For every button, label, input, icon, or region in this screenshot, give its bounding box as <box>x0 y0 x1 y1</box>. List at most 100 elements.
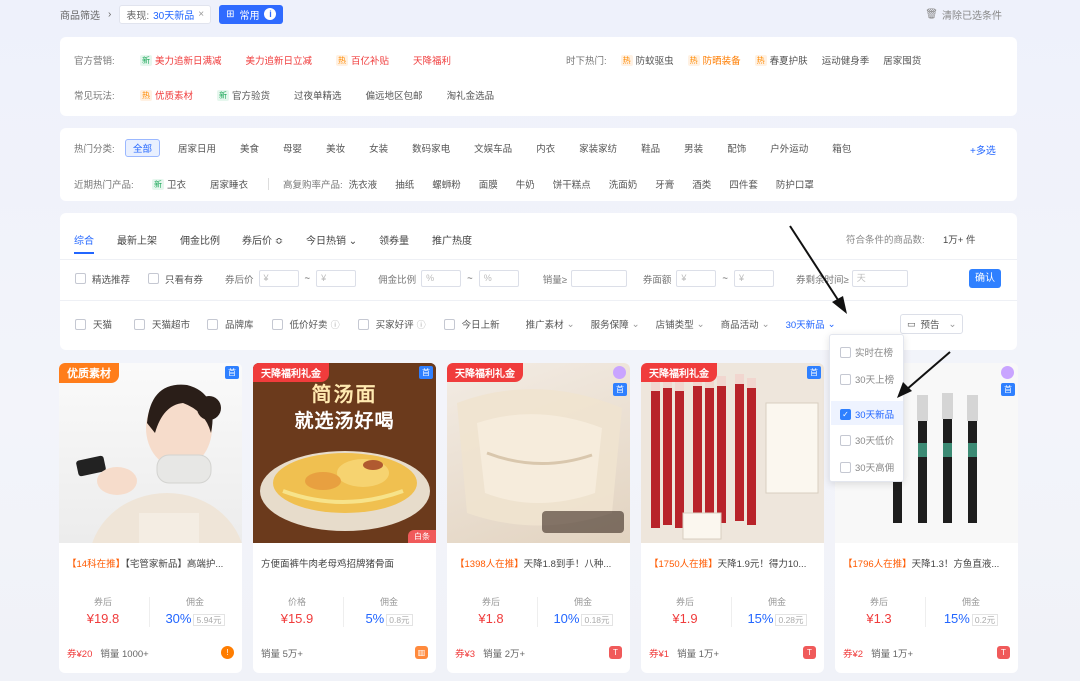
tab-composite[interactable]: 综合 <box>74 232 94 247</box>
gameplay-item[interactable]: 淘礼金选品 <box>447 88 495 102</box>
marketing-item[interactable]: 新美力追新日满减 <box>140 53 222 67</box>
good-review-checkbox[interactable] <box>357 318 369 330</box>
tab-newest[interactable]: 最新上架 <box>117 232 157 247</box>
product-card[interactable]: 优质素材 首 【14科在推】【宅管家新品】高端护... 券后 佣金 ¥19.8 … <box>59 363 242 673</box>
coupon-time-input[interactable]: 天 <box>851 270 908 287</box>
confirm-button[interactable]: 确认 <box>969 269 1001 288</box>
option-checkbox[interactable] <box>840 346 851 358</box>
high-item[interactable]: 牛奶 <box>516 177 535 191</box>
category-item[interactable]: 鞋品 <box>641 141 660 155</box>
featured-checkbox[interactable] <box>75 273 86 284</box>
multi-select-button[interactable]: +多选 <box>970 142 996 157</box>
hot-item[interactable]: 热防蚊驱虫 <box>620 53 674 67</box>
dropdown-option-30d-highcomm[interactable]: 30天高佣 <box>840 460 894 474</box>
category-item[interactable]: 美食 <box>240 141 259 155</box>
performance-dropdown[interactable]: 30天新品 <box>786 317 825 331</box>
breadcrumb-root[interactable]: 商品筛选 <box>60 7 100 22</box>
tab-coupon-count[interactable]: 领券量 <box>379 232 409 247</box>
category-item[interactable]: 内衣 <box>536 141 555 155</box>
hot-item[interactable]: 居家囤货 <box>883 53 921 67</box>
commission-max-input[interactable]: % <box>478 270 519 287</box>
high-item[interactable]: 牙膏 <box>655 177 674 191</box>
today-new-checkbox[interactable] <box>443 318 455 330</box>
option-checkbox[interactable] <box>840 434 851 446</box>
recent-item[interactable]: 新卫衣 <box>152 177 186 191</box>
service-dropdown[interactable]: 服务保障 <box>591 317 629 331</box>
high-item[interactable]: 螺蛳粉 <box>432 177 461 191</box>
promo-material-dropdown[interactable]: 推广素材 <box>526 317 564 331</box>
category-item[interactable]: 配饰 <box>727 141 746 155</box>
dropdown-option-30d-new[interactable]: ✓ 30天新品 <box>840 407 894 421</box>
clear-filters-button[interactable]: 🗑 清除已选条件 <box>925 7 1002 22</box>
high-item[interactable]: 防护口罩 <box>776 177 814 191</box>
product-title[interactable]: 【1750人在推】天降1.9元！得力10... <box>649 556 819 570</box>
category-item[interactable]: 美妆 <box>326 141 345 155</box>
category-item[interactable]: 文娱车品 <box>474 141 512 155</box>
brand-checkbox[interactable] <box>207 318 219 330</box>
tab-commission[interactable]: 佣金比例 <box>180 232 220 247</box>
category-item[interactable]: 户外运动 <box>770 141 808 155</box>
common-button[interactable]: ⊞ 常用 i <box>219 4 284 24</box>
product-image[interactable]: 天降福利礼金 首 <box>447 363 630 543</box>
product-image[interactable]: 优质素材 首 <box>59 363 242 543</box>
tab-promo-heat[interactable]: 推广热度 <box>432 232 472 247</box>
activity-dropdown[interactable]: 商品活动 <box>721 317 759 331</box>
product-title[interactable]: 方便面裤牛肉老母鸡招牌猪骨面 <box>261 556 431 570</box>
tab-after-coupon-price[interactable]: 券后价 ≎ <box>242 232 283 247</box>
gameplay-item[interactable]: 过夜单精选 <box>294 88 342 102</box>
marketing-item[interactable]: 热百亿补贴 <box>336 53 389 67</box>
price-min-input[interactable]: ¥ <box>258 270 299 287</box>
product-title[interactable]: 【1398人在推】天降1.8到手！八种... <box>455 556 625 570</box>
hot-item[interactable]: 热防晒装备 <box>687 53 741 67</box>
gameplay-item[interactable]: 热优质素材 <box>140 88 193 102</box>
preview-dropdown[interactable]: ▭ 预告 ⌄ <box>900 314 963 334</box>
sales-input[interactable] <box>570 270 627 287</box>
commission-min-input[interactable]: % <box>421 270 462 287</box>
category-item-all[interactable]: 全部 <box>125 139 161 157</box>
product-title[interactable]: 【14科在推】【宅管家新品】高端护... <box>67 556 237 570</box>
shop-type-dropdown[interactable]: 店铺类型 <box>656 317 694 331</box>
option-checkbox[interactable] <box>840 373 851 385</box>
tmall-supermarket-checkbox[interactable] <box>134 318 146 330</box>
coupon-max-input[interactable]: ¥ <box>733 270 774 287</box>
category-item[interactable]: 母婴 <box>283 141 302 155</box>
coupon-min-input[interactable]: ¥ <box>676 270 717 287</box>
product-card[interactable]: 天降福利礼金 首 【1750人在推】天降1.9元！得力10... 券后 佣金 ¥… <box>641 363 824 673</box>
category-item[interactable]: 数码家电 <box>412 141 450 155</box>
category-item[interactable]: 家装家纺 <box>579 141 617 155</box>
category-item[interactable]: 女装 <box>369 141 388 155</box>
high-item[interactable]: 抽纸 <box>395 177 414 191</box>
product-card[interactable]: 天降福利礼金 首 【1398人在推】天降1.8到手！八种... 券后 佣金 ¥1… <box>447 363 630 673</box>
high-item[interactable]: 洗衣液 <box>349 177 378 191</box>
low-price-checkbox[interactable] <box>271 318 283 330</box>
coupon-only-checkbox[interactable] <box>148 273 160 284</box>
price-max-input[interactable]: ¥ <box>316 270 357 287</box>
high-item[interactable]: 饼干糕点 <box>553 177 591 191</box>
product-title[interactable]: 【1796人在推】天降1.3！方鱼直液... <box>843 556 1013 570</box>
product-image[interactable]: 简汤面 就选汤好喝 天降福利礼金 首 白条 <box>253 363 436 543</box>
category-item[interactable]: 箱包 <box>832 141 851 155</box>
category-item[interactable]: 居家日用 <box>178 141 216 155</box>
gameplay-item[interactable]: 新官方验货 <box>217 88 270 102</box>
high-item[interactable]: 四件套 <box>729 177 758 191</box>
close-icon[interactable]: × <box>198 9 204 20</box>
marketing-item[interactable]: 美力追新日立减 <box>246 53 313 67</box>
dropdown-option-realtime[interactable]: 实时在榜 <box>840 345 893 359</box>
high-item[interactable]: 面膜 <box>479 177 498 191</box>
recent-item[interactable]: 居家睡衣 <box>210 177 248 191</box>
dropdown-option-30d-listed[interactable]: 30天上榜 <box>840 372 894 386</box>
category-item[interactable]: 男装 <box>684 141 703 155</box>
high-item[interactable]: 酒类 <box>692 177 711 191</box>
hot-item[interactable]: 热春夏护肤 <box>754 53 808 67</box>
hot-item[interactable]: 运动健身季 <box>822 53 870 67</box>
option-checkbox[interactable] <box>840 461 851 473</box>
dropdown-option-30d-lowprice[interactable]: 30天低价 <box>840 433 894 447</box>
product-image[interactable]: 天降福利礼金 首 <box>641 363 824 543</box>
marketing-item[interactable]: 天降福利 <box>413 53 451 67</box>
gameplay-item[interactable]: 偏远地区包邮 <box>366 88 423 102</box>
product-card[interactable]: 简汤面 就选汤好喝 天降福利礼金 首 白条 方便面裤牛肉老母鸡招牌猪骨面 价格 … <box>253 363 436 673</box>
filter-chip[interactable]: 表现: 30天新品 × <box>119 4 212 24</box>
tmall-checkbox[interactable] <box>75 318 86 330</box>
tab-today-hot[interactable]: 今日热销 ⌄ <box>306 232 357 247</box>
option-checkbox-checked[interactable]: ✓ <box>840 408 851 420</box>
